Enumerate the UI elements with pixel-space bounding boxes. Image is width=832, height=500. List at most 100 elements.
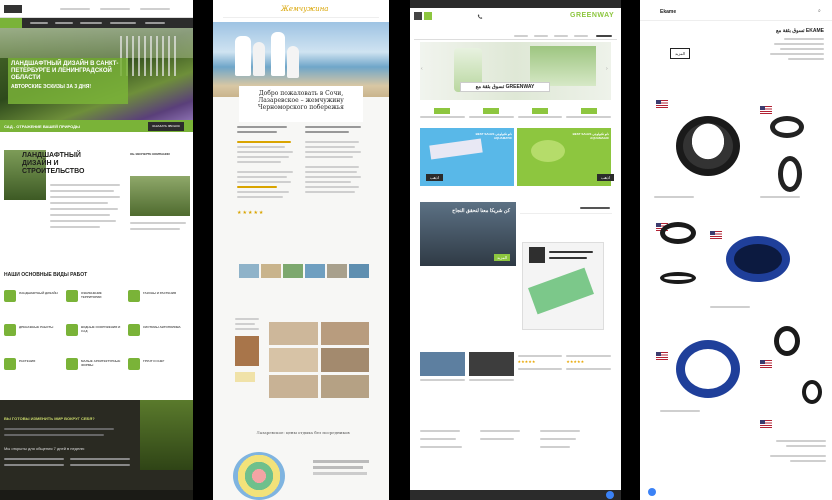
brand-logo[interactable]: GREENWAY	[570, 12, 614, 20]
service-item-2[interactable]: ОЗЕЛЕНЕНИЕ ТЕРРИТОРИИ	[66, 290, 102, 302]
screenshot-collage: ЛАНДШАФТНЫЙ ДИЗАЙН В САНКТ-ПЕТЕРБУРГЕ И …	[0, 0, 832, 500]
buy-button[interactable]: اذهب	[597, 174, 614, 181]
cart-icon[interactable]	[414, 12, 422, 20]
section-title: ЛАНДШАФТНЫЙ ДИЗАЙН И СТРОИТЕЛЬСТВО	[22, 152, 85, 175]
main-nav[interactable]	[0, 18, 193, 28]
service-icon	[4, 290, 16, 302]
footer-bar	[410, 490, 621, 500]
us-flag-icon	[710, 231, 722, 239]
hero-title: Добро пожаловать в Сочи, Лазаревское – ж…	[258, 90, 344, 111]
service-item-9[interactable]: ГРУНТ И СНЕГ	[128, 358, 164, 370]
call-button[interactable]: ЗАКАЗАТЬ ЗВОНОК	[148, 122, 185, 131]
rating-stars: ★★★★★	[517, 359, 536, 364]
left-column: ★★★★★	[237, 126, 299, 246]
banner-text: САД - ОТРАЖЕНИЕ ВАШЕЙ ПРИРОДЫ	[4, 124, 80, 129]
service-item-8[interactable]: МАЛЫЕ АРХИТЕКТУРНЫЕ ФОРМЫ	[66, 358, 120, 370]
category-icon[interactable]	[434, 108, 451, 114]
services-title: НАШИ ОСНОВНЫЕ ВИДЫ РАБОТ	[4, 272, 88, 278]
thumbnail[interactable]	[239, 264, 259, 278]
room-photo[interactable]	[269, 348, 318, 372]
service-item-1[interactable]: ЛАНДШАФТНЫЙ ДИЗАЙН	[4, 290, 58, 302]
us-flag-icon	[760, 360, 772, 368]
ekame-store-panel: Ekame ⌕ تسوق بثقة مع EKAME المزيد	[640, 0, 832, 500]
service-item-7[interactable]: РАСТЕНИЯ	[4, 358, 35, 370]
service-item-4[interactable]: ДРЕНАЖНЫЕ РАБОТЫ	[4, 324, 53, 336]
buy-button[interactable]: اذهب	[426, 174, 443, 181]
service-icon	[66, 324, 78, 336]
umbrella-image	[233, 452, 285, 500]
hero-text	[764, 38, 824, 78]
rating-stars: ★★★★★	[566, 359, 585, 364]
hero-title: تسوق بثقة مع EKAME	[776, 28, 824, 34]
user-icon[interactable]	[424, 12, 432, 20]
main-nav[interactable]	[414, 32, 617, 40]
room-photo[interactable]	[320, 348, 369, 372]
footer-hedge-image	[140, 400, 193, 470]
search-icon[interactable]: ⌕	[818, 8, 821, 14]
greenway-store-panel: 📞 GREENWAY تسوق بثقة مع GREENWAY ‹ › BES…	[410, 0, 621, 500]
product-ring-black[interactable]	[676, 116, 740, 176]
room-sidebar	[235, 318, 263, 398]
messenger-icon[interactable]	[648, 488, 656, 496]
product-image	[531, 140, 565, 162]
product-ring-black[interactable]	[660, 272, 696, 284]
news-header	[520, 204, 612, 214]
service-item-6[interactable]: СИСТЕМЫ АВТОПОЛИВА	[128, 324, 181, 336]
product-ring-black[interactable]	[778, 156, 802, 192]
room-photo[interactable]	[269, 322, 318, 346]
service-item-5[interactable]: ВОДНЫЕ СООРУЖЕНИЯ И САД	[66, 324, 120, 336]
rating-stars: ★★★★★	[237, 210, 265, 216]
room-photo[interactable]	[320, 322, 369, 346]
thumbnail[interactable]	[283, 264, 303, 278]
service-icon	[66, 358, 78, 370]
more-button[interactable]: المزيد	[494, 254, 511, 261]
top-header	[0, 0, 193, 18]
top-header: Жемчужина	[213, 0, 389, 22]
product-ring-black[interactable]	[802, 380, 822, 404]
main-nav[interactable]	[223, 17, 379, 21]
service-icon	[66, 290, 78, 302]
us-flag-icon	[760, 420, 772, 428]
thumbnail[interactable]	[349, 264, 369, 278]
product-thumb[interactable]	[420, 352, 465, 376]
brand-logo[interactable]: Ekame	[660, 9, 676, 15]
room-photo[interactable]	[320, 374, 369, 398]
product-ring-blue[interactable]	[726, 236, 790, 282]
category-icon[interactable]	[531, 108, 548, 114]
hero-caption: تسوق بثقة مع GREENWAY	[460, 82, 550, 92]
sochi-site-panel: Жемчужина Добро пожаловать в Сочи, Лазар…	[213, 0, 389, 500]
video-thumb[interactable]	[468, 352, 514, 376]
landscape-site-panel: ЛАНДШАФТНЫЙ ДИЗАЙН В САНКТ-ПЕТЕРБУРГЕ И …	[0, 0, 193, 500]
product-ring-blue[interactable]	[676, 340, 740, 398]
partner-banner[interactable]: كن شريكا معنا لنحقق النجاح المزيد	[420, 202, 516, 266]
chat-icon[interactable]	[606, 491, 614, 499]
about-title: ОБ ЭКСПЕРТЕ КОМПАНИИ	[130, 152, 170, 156]
site-logo[interactable]	[4, 5, 22, 13]
product-ring-black[interactable]	[660, 222, 696, 244]
more-button[interactable]: المزيد	[670, 48, 691, 59]
footer-text	[760, 440, 826, 480]
product-ring-black[interactable]	[774, 326, 800, 356]
us-flag-icon	[656, 100, 668, 108]
promo-card-aquamatic[interactable]: BEST SALES نانو تكنولوجي AQUAMATIC اذهب	[420, 128, 514, 186]
product-ring-black[interactable]	[770, 116, 804, 138]
service-item-3[interactable]: ГАЗОНЫ И РАСТЕНИЯ	[128, 290, 176, 302]
category-icon[interactable]	[483, 108, 500, 114]
hero-caption: ЛАНДШАФТНЫЙ ДИЗАЙН В САНКТ-ПЕТЕРБУРГЕ И …	[8, 58, 128, 104]
category-icon[interactable]	[580, 108, 597, 114]
thumbnail[interactable]	[261, 264, 281, 278]
promo-card-aquamagic[interactable]: BEST SALES نانو تكنولوجي AQUAMAGIC اذهب	[517, 128, 614, 186]
brand-logo[interactable]: Жемчужина	[281, 5, 328, 13]
footer-cta: ВЫ ГОТОВЫ ИЗМЕНИТЬ МИР ВОКРУГ СЕБЯ? Мы о…	[0, 400, 193, 500]
product-image	[429, 138, 483, 160]
slider-prev-icon[interactable]: ‹	[421, 66, 423, 72]
thumbnail[interactable]	[327, 264, 347, 278]
nav-home[interactable]	[0, 18, 22, 28]
intro-section: ЛАНДШАФТНЫЙ ДИЗАЙН И СТРОИТЕЛЬСТВО ОБ ЭК…	[0, 132, 193, 262]
thumbnail[interactable]	[305, 264, 325, 278]
hero-slider[interactable]: تسوق بثقة مع GREENWAY	[420, 42, 611, 100]
slider-next-icon[interactable]: ›	[606, 66, 608, 72]
room-photo[interactable]	[269, 374, 318, 398]
service-icon	[128, 324, 140, 336]
expert-photo	[130, 176, 190, 216]
